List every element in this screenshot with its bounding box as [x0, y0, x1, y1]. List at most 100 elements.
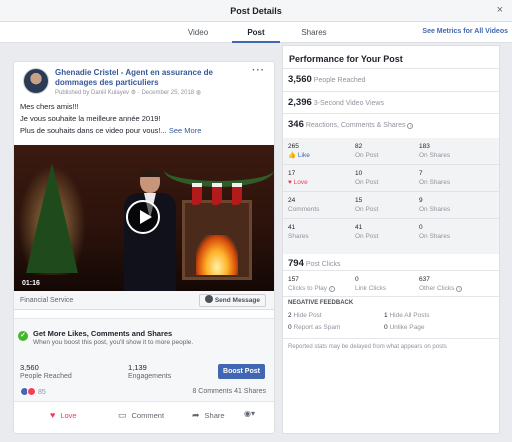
- video-views-value: 2,396: [288, 97, 312, 108]
- divider: [283, 191, 499, 192]
- reaction-count: 85: [38, 389, 46, 396]
- divider: [283, 68, 499, 69]
- boost-post-button[interactable]: Boost Post: [218, 364, 265, 379]
- post-clicks-label: Post Clicks: [305, 261, 341, 268]
- stats-footnote: Reported stats may be delayed from what …: [288, 344, 447, 350]
- settings-icon: ⚙ ·: [130, 90, 142, 96]
- reaction-summary[interactable]: 85: [20, 387, 46, 396]
- comments-on-post-cell: 15 On Post: [355, 196, 378, 214]
- report-spam-value: 0: [288, 324, 292, 331]
- video-christmas-tree: [26, 163, 78, 273]
- like-on-shares-value: 183: [419, 143, 430, 150]
- send-message-button[interactable]: Send Message: [198, 294, 266, 307]
- info-icon[interactable]: i: [407, 123, 414, 129]
- video-views-label: 3-Second Video Views: [313, 100, 384, 107]
- love-on-post-cell: 10 On Post: [355, 169, 378, 187]
- love-label: ♥ Love: [288, 178, 308, 187]
- shares-on-post-cell: 41 On Post: [355, 223, 378, 241]
- like-on-shares-label: On Shares: [419, 152, 451, 159]
- comments-value: 24: [288, 197, 296, 204]
- people-reached-label: People Reached: [313, 77, 366, 84]
- globe-icon: ◍: [195, 90, 202, 96]
- hide-all-posts-label: Hide All Posts: [389, 312, 430, 319]
- reactions-total-stat: 346 Reactions, Comments & Shares i: [288, 119, 414, 130]
- shares-cell: 41 Shares: [288, 223, 309, 241]
- share-button[interactable]: ➦ Share: [192, 410, 225, 421]
- comments-on-shares-value: 9: [419, 197, 423, 204]
- see-metrics-link[interactable]: See Metrics for All Videos: [422, 28, 508, 35]
- divider: [283, 113, 499, 114]
- reaction-breakdown-grid: 265 👍 Like 82 On Post 183 On Shares 17 ♥ Lov…: [283, 138, 499, 254]
- love-reaction-icon: [27, 387, 36, 396]
- comment-button[interactable]: ▭ Comment: [118, 410, 164, 421]
- hide-post-stat: 2 Hide Post: [288, 312, 322, 319]
- other-clicks-cell: 637 Other Clicks i: [419, 275, 463, 293]
- love-label: Love: [60, 411, 77, 420]
- shares-on-shares-cell: 0 On Shares: [419, 223, 450, 241]
- page-category: Financial Service: [20, 297, 74, 304]
- shares-on-shares-value: 0: [419, 224, 423, 231]
- clicks-to-play-label-text: Clicks to Play: [288, 285, 328, 292]
- clicks-to-play-label: Clicks to Play i: [288, 284, 335, 293]
- boost-people-reached-label: People Reached: [20, 373, 72, 380]
- comments-on-post-label: On Post: [355, 206, 379, 213]
- send-message-label: Send Message: [214, 297, 260, 304]
- page-category-row: Financial Service Send Message: [14, 291, 274, 310]
- hide-all-posts-value: 1: [384, 312, 388, 319]
- dialog-title: Post Details: [230, 6, 282, 16]
- link-clicks-cell: 0 Link Clicks: [355, 275, 386, 293]
- like-cell: 265 👍 Like: [288, 142, 310, 160]
- video-player[interactable]: 01:16: [14, 145, 274, 291]
- shares-value: 41: [288, 224, 296, 231]
- video-duration: 01:16: [22, 280, 40, 287]
- close-icon[interactable]: ×: [497, 4, 503, 16]
- love-label-text: Love: [293, 179, 308, 186]
- published-by[interactable]: Published by Daniil Kulayev: [55, 90, 129, 96]
- link-clicks-label: Link Clicks: [355, 285, 387, 292]
- video-stocking: [192, 183, 202, 205]
- post-author[interactable]: Ghenadie Cristel - Agent en assurance de…: [55, 68, 255, 88]
- report-spam-label: Report as Spam: [293, 324, 341, 331]
- tab-post[interactable]: Post: [234, 28, 278, 37]
- comments-count[interactable]: 8 Comments: [192, 388, 232, 395]
- boost-title: Get More Likes, Comments and Shares: [33, 329, 173, 338]
- divider: [283, 91, 499, 92]
- post-text-line-1: Mes chers amis!!!: [20, 102, 79, 111]
- boost-subtitle: When you boost this post, you'll show it…: [33, 339, 194, 346]
- messenger-icon: [204, 295, 213, 303]
- like-on-shares-cell: 183 On Shares: [419, 142, 450, 160]
- tab-shares[interactable]: Shares: [292, 28, 336, 37]
- people-reached-stat: 3,560 People Reached: [288, 74, 366, 85]
- love-value: 17: [288, 170, 296, 177]
- audience-selector-icon[interactable]: ◉▾: [244, 409, 255, 418]
- tab-video[interactable]: Video: [176, 28, 220, 37]
- play-icon[interactable]: [126, 200, 160, 234]
- video-garland: [164, 153, 274, 187]
- more-options-icon[interactable]: ···: [252, 65, 265, 76]
- love-button[interactable]: ♥ Love: [50, 410, 77, 420]
- post-text-line-3: Plus de souhaits dans ce video pour vous…: [20, 126, 201, 135]
- shares-on-shares-label: On Shares: [419, 233, 451, 240]
- performance-title: Performance for Your Post: [289, 54, 403, 64]
- post-text-line-2: Je vous souhaite la meilleure année 2019…: [20, 114, 161, 123]
- shares-on-post-label: On Post: [355, 233, 379, 240]
- post-date[interactable]: December 25, 2018: [141, 90, 194, 96]
- see-more-link[interactable]: See More: [169, 126, 202, 135]
- love-on-shares-label: On Shares: [419, 179, 451, 186]
- shares-on-post-value: 41: [355, 224, 363, 231]
- other-clicks-label: Other Clicks i: [419, 284, 463, 293]
- like-on-post-value: 82: [355, 143, 363, 150]
- unlike-page-value: 0: [384, 324, 388, 331]
- dialog-title-bar: Post Details ×: [0, 0, 512, 22]
- like-icon: 👍: [288, 152, 297, 159]
- info-icon[interactable]: i: [328, 286, 335, 292]
- shares-count[interactable]: 41 Shares: [234, 388, 266, 395]
- divider: [283, 270, 499, 271]
- hide-all-posts-stat: 1 Hide All Posts: [384, 312, 430, 319]
- author-avatar[interactable]: [23, 68, 49, 94]
- check-icon: ✓: [18, 331, 28, 341]
- boost-engagements-value: 1,139: [128, 363, 147, 372]
- info-icon[interactable]: i: [456, 286, 463, 292]
- boost-engagements-label: Engagements: [128, 373, 172, 380]
- comments-cell: 24 Comments: [288, 196, 319, 214]
